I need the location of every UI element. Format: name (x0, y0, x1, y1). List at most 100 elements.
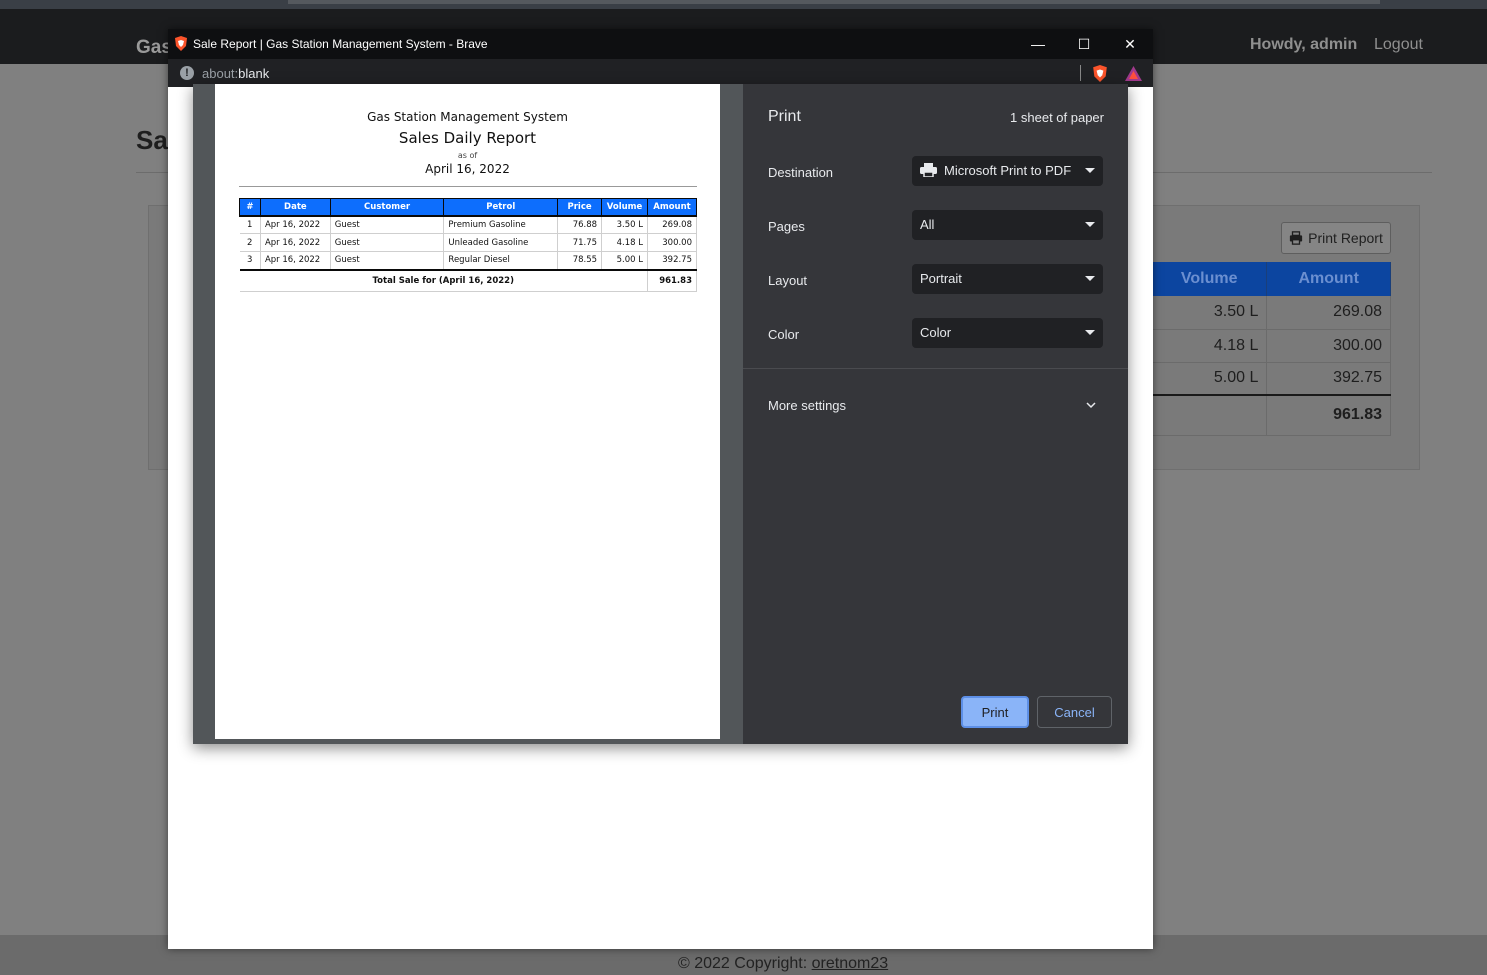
app-brand[interactable]: Gas (136, 37, 172, 59)
url-field[interactable]: about:blank (202, 66, 269, 81)
column-header: Price (557, 198, 603, 217)
report-as-of: as of (457, 151, 478, 160)
author-link[interactable]: oretnom23 (812, 955, 889, 972)
logout-link[interactable]: Logout (1374, 36, 1423, 54)
sheet-count: 1 sheet of paper (1010, 110, 1104, 125)
cell-number: 3 (239, 251, 261, 270)
chevron-down-icon (1085, 168, 1095, 173)
cell-date: Apr 16, 2022 (260, 215, 331, 234)
cell-amount: 300.00 (1266, 329, 1391, 363)
cell-volume: 3.50 L (1152, 296, 1268, 330)
chevron-down-icon[interactable] (1086, 400, 1096, 410)
table-row: 2 Apr 16, 2022 Guest Unleaded Gasoline 7… (239, 233, 698, 252)
cell-price: 78.55 (557, 251, 603, 270)
info-icon[interactable]: ! (180, 66, 194, 80)
window-title: Sale Report | Gas Station Management Sys… (193, 37, 488, 51)
column-header: Volume (601, 198, 648, 217)
column-header: Customer (329, 198, 445, 217)
destination-label: Destination (768, 165, 834, 180)
report-divider (239, 186, 697, 187)
window-titlebar[interactable]: Sale Report | Gas Station Management Sys… (168, 29, 1153, 59)
maximize-button[interactable]: ☐ (1073, 33, 1095, 55)
user-greeting[interactable]: Howdy, admin (1250, 36, 1357, 54)
total-amount: 961.83 (647, 268, 698, 292)
cell-number: 1 (239, 215, 261, 234)
cell-date: Apr 16, 2022 (260, 233, 331, 252)
cell-amount: 269.08 (1266, 296, 1391, 330)
print-report-button[interactable]: Print Report (1281, 222, 1391, 254)
cancel-button[interactable]: Cancel (1037, 696, 1112, 728)
table-row: 5.00 L 392.75 (1152, 362, 1391, 396)
table-row: 3 Apr 16, 2022 Guest Regular Diesel 78.5… (239, 251, 698, 270)
destination-value: Microsoft Print to PDF (944, 163, 1072, 178)
cell-total: 961.83 (1266, 394, 1391, 436)
pages-label: Pages (768, 219, 805, 234)
page-title: Sa (136, 125, 168, 155)
table-row: 4.18 L 300.00 (1152, 329, 1391, 363)
cell-empty (1152, 394, 1268, 436)
color-value: Color (920, 325, 952, 340)
cell-amount: 392.75 (1266, 362, 1391, 396)
address-bar: ! about:blank (168, 59, 1153, 87)
cell-customer: Guest (330, 233, 445, 252)
settings-divider (743, 368, 1128, 369)
print-title: Print (768, 108, 801, 125)
tab-strip (288, 0, 1380, 4)
print-button[interactable]: Print (961, 696, 1029, 728)
cell-volume: 5.00 L (601, 251, 648, 270)
color-label: Color (768, 327, 800, 342)
cell-number: 2 (239, 233, 261, 252)
toolbar-separator (1080, 65, 1081, 81)
preview-sheet: Gas Station Management System Sales Dail… (215, 84, 720, 739)
column-header: Date (259, 198, 331, 217)
brave-rewards-icon[interactable] (1125, 66, 1142, 81)
print-report-label: Print Report (1308, 230, 1383, 246)
layout-value: Portrait (920, 271, 962, 286)
destination-select[interactable]: Microsoft Print to PDF (912, 156, 1103, 186)
printer-icon (920, 163, 937, 177)
print-dialog: Gas Station Management System Sales Dail… (193, 84, 1128, 744)
browser-top-strip (0, 0, 1487, 9)
report-title: Sales Daily Report (398, 129, 537, 147)
footer-copyright: © 2022 Copyright: oretnom23 (678, 955, 888, 973)
table-row: 1 Apr 16, 2022 Guest Premium Gasoline 76… (239, 215, 698, 234)
brave-shield-icon (175, 36, 187, 51)
print-settings-panel: Print 1 sheet of paper Destination Micro… (743, 84, 1128, 744)
chevron-down-icon (1085, 330, 1095, 335)
sales-table: Volume Amount 3.50 L 269.08 4.18 L 300.00 5… (1152, 262, 1391, 436)
copyright-text: © 2022 Copyright: (678, 955, 812, 972)
color-select[interactable]: Color (912, 318, 1103, 348)
cell-price: 71.75 (557, 233, 603, 252)
cell-price: 76.88 (557, 215, 603, 234)
report-date: April 16, 2022 (425, 162, 510, 176)
column-header: # (239, 198, 261, 217)
layout-label: Layout (768, 273, 808, 288)
cell-volume: 5.00 L (1152, 362, 1268, 396)
layout-select[interactable]: Portrait (912, 264, 1103, 294)
cell-amount: 392.75 (647, 251, 698, 270)
table-row: 3.50 L 269.08 (1152, 296, 1391, 330)
cell-amount: 300.00 (647, 233, 698, 252)
cell-date: Apr 16, 2022 (260, 251, 331, 270)
report-table: # Date Customer Petrol Price Volume Amou… (239, 198, 698, 292)
table-total-row: 961.83 (1152, 394, 1391, 436)
print-preview: Gas Station Management System Sales Dail… (193, 84, 743, 744)
cell-volume: 4.18 L (1152, 329, 1268, 363)
total-label: Total Sale for (April 16, 2022) (239, 268, 648, 292)
url-scheme: about: (202, 66, 239, 81)
printer-icon (1290, 231, 1303, 245)
minimize-button[interactable]: — (1027, 33, 1049, 55)
brave-shields-icon[interactable] (1092, 65, 1108, 82)
chevron-down-icon (1085, 222, 1095, 227)
more-settings-toggle[interactable]: More settings (768, 398, 846, 413)
close-button[interactable]: ✕ (1119, 33, 1141, 55)
popup-window: Sale Report | Gas Station Management Sys… (168, 29, 1153, 949)
cell-volume: 3.50 L (601, 215, 648, 234)
cell-customer: Guest (330, 251, 445, 270)
cell-petrol: Regular Diesel (443, 251, 559, 270)
url-path: blank (238, 66, 270, 81)
cell-volume: 4.18 L (601, 233, 648, 252)
pages-select[interactable]: All (912, 210, 1103, 240)
column-header: Volume (1152, 262, 1268, 296)
chevron-down-icon (1085, 276, 1095, 281)
